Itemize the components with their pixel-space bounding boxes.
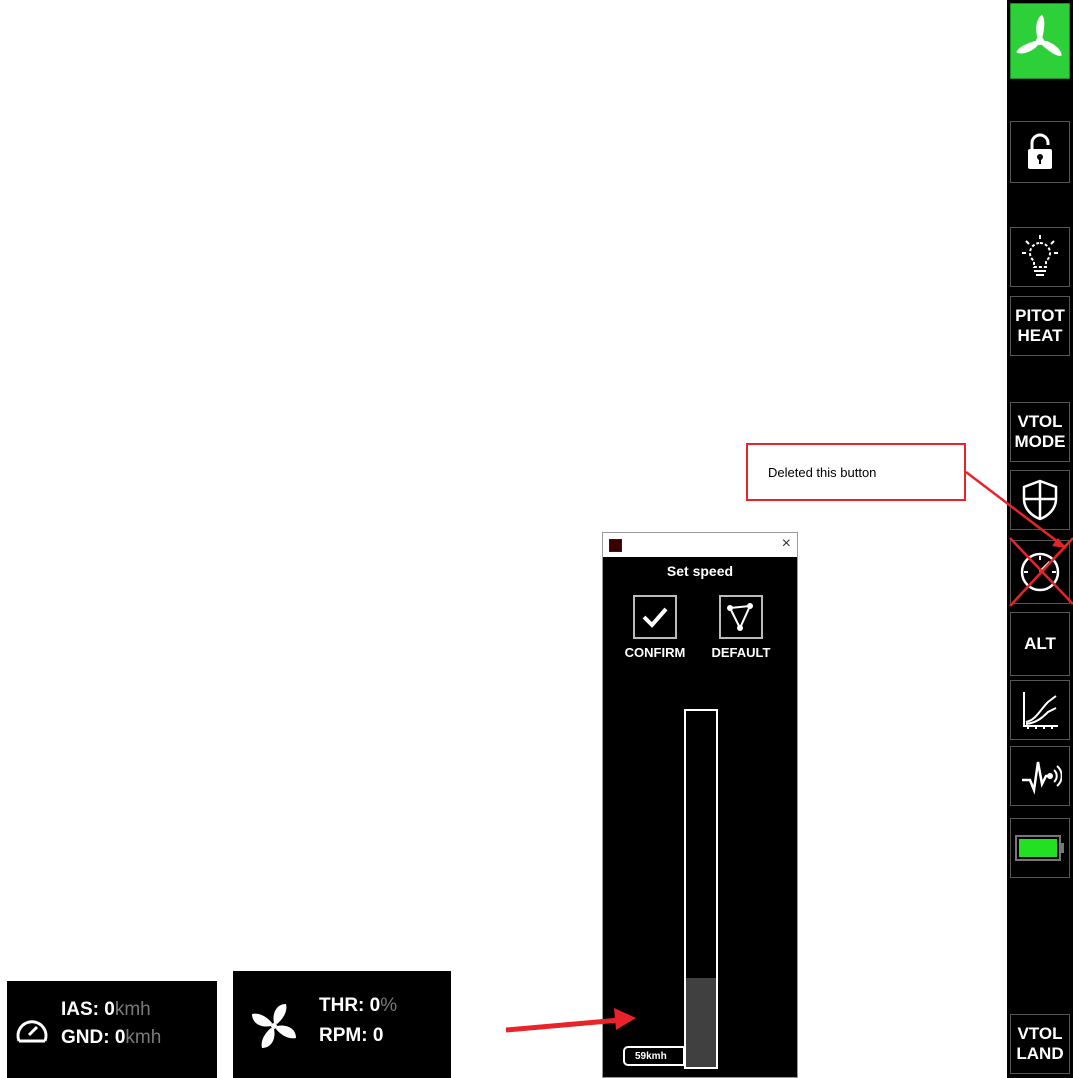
right-toolbar: PITOT HEAT VTOL MODE ALT VTOL LAND [1007,0,1073,1078]
speed-value-tag[interactable]: 59kmh [623,1046,685,1066]
thr-readout: THR: 0% [319,995,397,1017]
ias-label: IAS: [61,999,105,1020]
annotation-text: Deleted this button [768,464,877,480]
confirm-button[interactable] [633,595,677,639]
thr-value: 0 [369,995,381,1016]
thr-label: THR: [319,995,370,1016]
rpm-readout: RPM: 0 [319,1025,383,1047]
battery-icon [1015,835,1064,861]
pulse-signal-icon [1022,761,1062,795]
alt-label: ALT [1024,634,1056,653]
throttle-widget: THR: 0% RPM: 0 [233,971,451,1078]
default-label: DEFAULT [711,645,771,660]
vtol-mode-label: VTOL MODE [1014,412,1066,451]
graph-button[interactable] [1010,680,1070,740]
speedometer-icon [16,1020,48,1043]
pitot-heat-button[interactable]: PITOT HEAT [1010,296,1070,356]
speed-slider[interactable] [684,709,718,1069]
alt-button[interactable]: ALT [1010,612,1070,676]
dialog-title: Set speed [666,563,734,579]
ias-unit: kmh [114,999,151,1020]
propeller-button[interactable] [1010,3,1070,79]
speed-value: 59kmh [635,1050,667,1062]
confirm-label: CONFIRM [624,645,686,660]
fan-icon [252,1004,296,1048]
vtol-mode-button[interactable]: VTOL MODE [1010,402,1070,462]
triangle-nodes-icon [727,603,753,631]
battery-button[interactable] [1010,818,1070,878]
lights-button[interactable] [1010,227,1070,287]
close-button[interactable]: × [782,535,791,553]
annotation-callout: Deleted this button [746,443,966,501]
lock-button[interactable] [1010,121,1070,183]
rpm-value: 0 [372,1025,384,1046]
vtol-land-label: VTOL LAND [1016,1024,1064,1063]
propeller-icon [1016,15,1062,56]
geofence-button[interactable] [1010,470,1070,530]
shield-icon [1022,479,1058,521]
airspeed-widget: IAS: 0kmh GND: 0kmh [7,981,217,1078]
set-speed-dialog: × Set speed CONFIRM DEFAULT 59kmh [602,532,798,1078]
rpm-label: RPM: [319,1025,373,1046]
pitot-heat-label: PITOT HEAT [1015,306,1065,345]
ias-readout: IAS: 0kmh [61,999,151,1021]
chart-icon [1023,692,1058,729]
speed-slider-fill [686,978,716,1067]
lightbulb-icon [1022,235,1058,276]
vtol-land-button[interactable]: VTOL LAND [1010,1014,1070,1074]
signal-button[interactable] [1010,746,1070,806]
ias-value: 0 [104,999,115,1020]
app-icon [609,539,622,552]
default-button[interactable] [719,595,763,639]
dialog-titlebar[interactable]: × [603,533,797,557]
annotation-overlay [505,471,1073,1033]
gnd-readout: GND: 0kmh [61,1027,161,1049]
gnd-value: 0 [114,1027,126,1048]
gnd-label: GND: [61,1027,115,1048]
speedometer-icon [1020,552,1060,592]
checkmark-icon [642,607,668,628]
lock-open-icon [1028,133,1052,169]
thr-unit: % [380,995,398,1016]
speed-button[interactable] [1010,540,1070,604]
gnd-unit: kmh [125,1027,162,1048]
